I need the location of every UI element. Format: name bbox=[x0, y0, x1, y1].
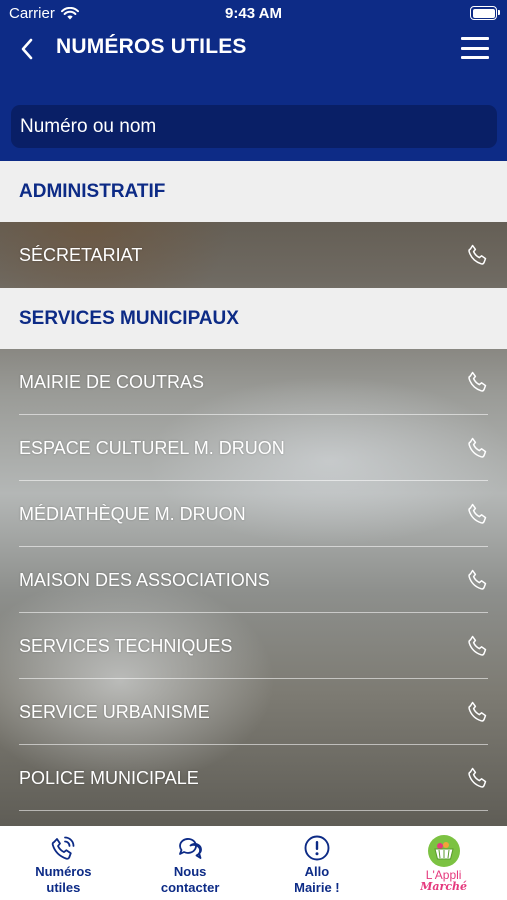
hamburger-menu-icon[interactable] bbox=[461, 35, 489, 61]
section-header-services-municipaux: SERVICES MUNICIPAUX bbox=[0, 288, 507, 349]
tab-label: Numéros utiles bbox=[0, 864, 127, 896]
list-item-label: SERVICES TECHNIQUES bbox=[19, 635, 233, 656]
header: Carrier 9:43 AM NUMÉROS UTILES bbox=[0, 0, 507, 161]
navbar: NUMÉROS UTILES bbox=[0, 28, 507, 68]
list-item[interactable]: ESPACE CULTUREL M. DRUON bbox=[0, 415, 507, 481]
tab-label: Nous contacter bbox=[127, 864, 254, 896]
battery-icon bbox=[470, 6, 500, 20]
phone-icon[interactable] bbox=[466, 243, 490, 267]
list-item-label: SERVICE URBANISME bbox=[19, 701, 210, 722]
list-item-label: POLICE MUNICIPALE bbox=[19, 767, 199, 788]
tab-label-line2: Mairie ! bbox=[294, 880, 340, 895]
search-field bbox=[11, 105, 497, 148]
list-item-label: MAISON DES ASSOCIATIONS bbox=[19, 569, 270, 590]
tab-appli-marche[interactable]: L'Appli Marché bbox=[380, 826, 507, 900]
status-bar: Carrier 9:43 AM bbox=[0, 0, 507, 28]
tab-bar: Numéros utiles Nous contacter Allo Mairi… bbox=[0, 826, 507, 900]
exclamation-circle-icon bbox=[304, 835, 330, 861]
tab-label: Allo Mairie ! bbox=[254, 864, 381, 896]
tab-allo-mairie[interactable]: Allo Mairie ! bbox=[254, 826, 381, 900]
section-header-administratif: ADMINISTRATIF bbox=[0, 161, 507, 222]
list-item[interactable]: MÉDIATHÈQUE M. DRUON bbox=[0, 481, 507, 547]
tab-label-line1: Nous bbox=[173, 864, 207, 879]
tab-label-line2: utiles bbox=[46, 880, 81, 895]
clock: 9:43 AM bbox=[225, 5, 282, 22]
phone-list: ADMINISTRATIF SÉCRETARIAT SERVICES MUNIC… bbox=[0, 161, 507, 826]
phone-icon[interactable] bbox=[466, 568, 490, 592]
page-title: NUMÉROS UTILES bbox=[56, 35, 247, 58]
phone-icon[interactable] bbox=[466, 700, 490, 724]
back-button[interactable] bbox=[12, 34, 42, 64]
phone-icon[interactable] bbox=[466, 766, 490, 790]
search-input[interactable] bbox=[11, 105, 497, 148]
list-item-label: ESPACE CULTUREL M. DRUON bbox=[19, 437, 285, 458]
list-item[interactable]: SERVICE URBANISME bbox=[0, 679, 507, 745]
tab-label-line1: Allo bbox=[304, 864, 330, 879]
list-item[interactable]: SÉCRETARIAT bbox=[0, 222, 507, 288]
list-item[interactable]: POLICE MUNICIPALE bbox=[0, 745, 507, 811]
list-item[interactable]: MAIRIE DE COUTRAS bbox=[0, 349, 507, 415]
tab-label-line1: Numéros bbox=[35, 864, 92, 879]
tab-nous-contacter[interactable]: Nous contacter bbox=[127, 826, 254, 900]
tab-numeros-utiles[interactable]: Numéros utiles bbox=[0, 826, 127, 900]
chat-bubbles-icon bbox=[179, 838, 202, 859]
list-item-label: MAIRIE DE COUTRAS bbox=[19, 371, 205, 392]
list-item-label: SÉCRETARIAT bbox=[19, 244, 143, 265]
phone-icon[interactable] bbox=[466, 370, 490, 394]
phone-waves-icon bbox=[52, 836, 75, 860]
basket-logo-icon bbox=[427, 835, 460, 867]
list-item[interactable]: MAISON DES ASSOCIATIONS bbox=[0, 547, 507, 613]
list-item-label: MÉDIATHÈQUE M. DRUON bbox=[19, 503, 246, 524]
back-chevron-icon bbox=[21, 38, 33, 60]
phone-icon[interactable] bbox=[466, 502, 490, 526]
phone-icon[interactable] bbox=[466, 634, 490, 658]
appli-marche-logo-text: L'Appli Marché bbox=[380, 869, 507, 893]
phone-icon[interactable] bbox=[466, 436, 490, 460]
tab-label-line2: contacter bbox=[160, 880, 220, 895]
list-item[interactable]: SERVICES TECHNIQUES bbox=[0, 613, 507, 679]
logo-line2: Marché bbox=[420, 880, 468, 893]
